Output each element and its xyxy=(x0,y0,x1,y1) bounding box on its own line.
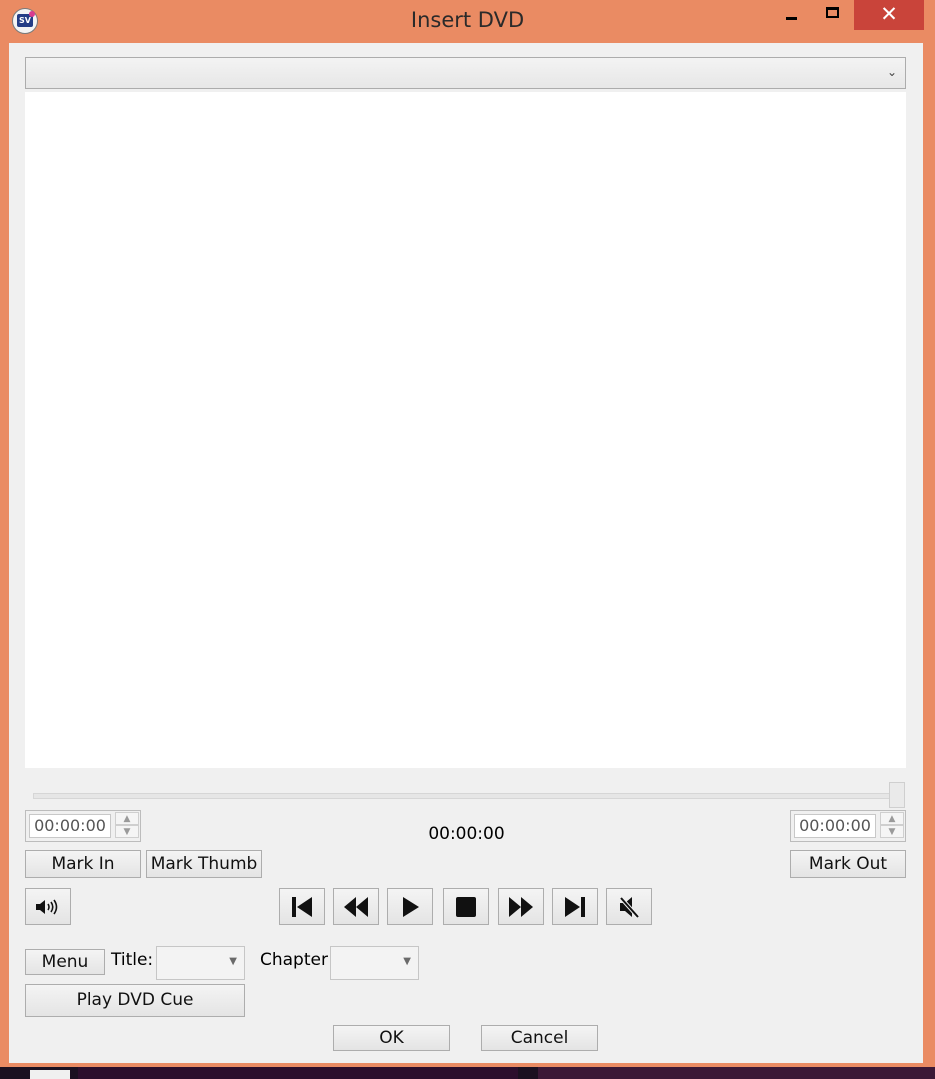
fast-forward-icon xyxy=(509,896,533,917)
maximize-icon xyxy=(826,7,839,18)
minimize-icon xyxy=(786,17,797,20)
chapter-label: Chapter xyxy=(260,950,328,970)
dialog-body: ⌄ 00:00:00 ▲ ▼ 00:00:00 00:00:00 ▲ ▼ Mar… xyxy=(9,43,923,1063)
mark-in-time-input[interactable]: 00:00:00 xyxy=(29,814,111,838)
skip-back-button[interactable] xyxy=(279,888,325,925)
play-dvd-cue-button[interactable]: Play DVD Cue xyxy=(25,984,245,1017)
volume-icon xyxy=(36,899,58,914)
stop-button[interactable] xyxy=(443,888,489,925)
chevron-down-icon: ⌄ xyxy=(886,65,897,79)
seek-track[interactable] xyxy=(33,793,901,799)
title-bar: SV Insert DVD ✕ xyxy=(0,0,935,42)
taskbar-strip xyxy=(0,1067,935,1079)
dropdown-arrow-icon: ▼ xyxy=(229,956,237,967)
menu-button[interactable]: Menu xyxy=(25,949,105,975)
mark-out-time-spinner[interactable]: 00:00:00 ▲ ▼ xyxy=(790,810,906,842)
rewind-icon xyxy=(344,896,368,917)
skip-forward-icon xyxy=(565,896,585,917)
play-icon xyxy=(403,896,419,917)
fast-forward-button[interactable] xyxy=(498,888,544,925)
mark-thumb-button[interactable]: Mark Thumb xyxy=(146,850,262,878)
close-button[interactable]: ✕ xyxy=(854,0,924,30)
stop-icon xyxy=(456,896,476,917)
mark-in-time-spinner[interactable]: 00:00:00 ▲ ▼ xyxy=(25,810,141,842)
mute-button[interactable] xyxy=(606,888,652,925)
spin-down-icon[interactable]: ▼ xyxy=(880,825,904,838)
play-button[interactable] xyxy=(387,888,433,925)
dvd-source-dropdown[interactable]: ⌄ xyxy=(25,57,906,89)
maximize-button[interactable] xyxy=(818,0,848,30)
mark-out-button[interactable]: Mark Out xyxy=(790,850,906,878)
cancel-button[interactable]: Cancel xyxy=(481,1025,598,1051)
current-time: 00:00:00 xyxy=(428,824,505,844)
chapter-dropdown[interactable]: ▼ xyxy=(330,946,419,980)
rewind-button[interactable] xyxy=(333,888,379,925)
spin-up-icon[interactable]: ▲ xyxy=(115,812,139,825)
dropdown-arrow-icon: ▼ xyxy=(403,956,411,967)
skip-forward-button[interactable] xyxy=(552,888,598,925)
mark-out-time-input[interactable]: 00:00:00 xyxy=(794,814,876,838)
ok-button[interactable]: OK xyxy=(333,1025,450,1051)
spin-down-icon[interactable]: ▼ xyxy=(115,825,139,838)
seek-slider-thumb[interactable] xyxy=(889,782,905,808)
title-label: Title: xyxy=(111,950,154,970)
title-dropdown[interactable]: ▼ xyxy=(156,946,245,980)
video-preview xyxy=(25,92,906,768)
spin-up-icon[interactable]: ▲ xyxy=(880,812,904,825)
volume-button[interactable] xyxy=(25,888,71,925)
minimize-button[interactable] xyxy=(776,0,806,30)
mute-icon xyxy=(619,896,640,918)
skip-back-icon xyxy=(292,896,312,917)
mark-in-button[interactable]: Mark In xyxy=(25,850,141,878)
